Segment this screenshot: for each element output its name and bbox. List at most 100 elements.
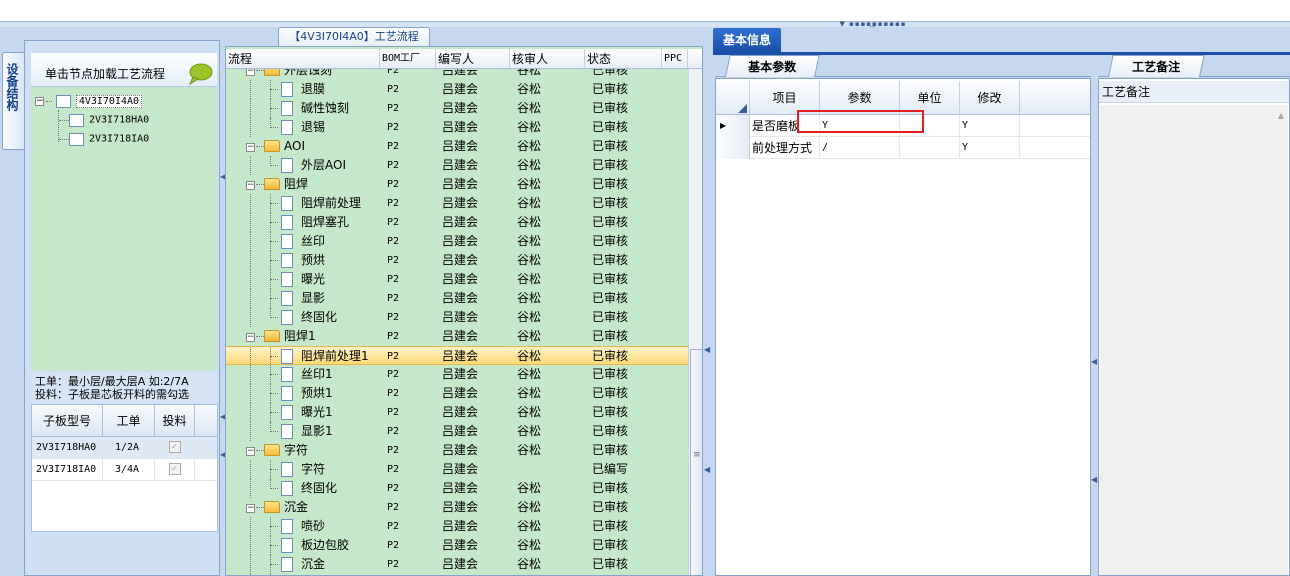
column-header-modify[interactable]: 修改	[960, 81, 1020, 115]
cell-writer: 吕建会	[442, 253, 479, 267]
flow-group-row[interactable]: − 阻焊1 P2 吕建会 谷松 已审核	[226, 327, 688, 346]
flow-item-row[interactable]: 显影 P2 吕建会 谷松 已审核	[226, 289, 688, 308]
flow-item-row[interactable]: 曝光1 P2 吕建会 谷松 已审核	[226, 403, 688, 422]
cell-plant: P2	[387, 521, 400, 532]
collapse-arrow-icon[interactable]: ◀	[1091, 357, 1097, 366]
flow-group-row[interactable]: − AOI P2 吕建会 谷松 已审核	[226, 137, 688, 156]
column-header-writer[interactable]: 编写人	[436, 49, 510, 68]
flow-name: 丝印1	[301, 367, 333, 381]
flow-item-row[interactable]: 曝光 P2 吕建会 谷松 已审核	[226, 270, 688, 289]
flow-group-row[interactable]: − 阻焊 P2 吕建会 谷松 已审核	[226, 175, 688, 194]
document-icon	[281, 196, 293, 211]
flow-item-row[interactable]: 预烘1 P2 吕建会 谷松 已审核	[226, 384, 688, 403]
column-header-reviewer[interactable]: 核审人	[510, 49, 585, 68]
info-text: 工单：最小层/最大层A 如:2/7A 投料：子板是芯板开料的需勾选	[31, 373, 217, 403]
flow-item-row[interactable]: 阻焊前处理 P2 吕建会 谷松 已审核	[226, 194, 688, 213]
cell-writer: 吕建会	[442, 272, 479, 286]
column-header[interactable]: 投料	[155, 405, 195, 436]
cell-plant: P2	[387, 483, 400, 494]
flow-item-row[interactable]: 字符 P2 吕建会 已编写	[226, 460, 688, 479]
flow-item-row[interactable]: 板边包胶 P2 吕建会 谷松 已审核	[226, 536, 688, 555]
flow-item-row[interactable]: 丝印 P2 吕建会 谷松 已审核	[226, 232, 688, 251]
flow-item-row[interactable]: 终固化 P2 吕建会 谷松 已审核	[226, 308, 688, 327]
collapse-icon[interactable]: −	[246, 181, 255, 190]
table-row[interactable]: 2V3I718HA0 1/2A ✓	[32, 437, 217, 459]
flow-item-row[interactable]: 预烘 P2 吕建会 谷松 已审核	[226, 251, 688, 270]
tree-node-label: 2V3I718IA0	[89, 133, 150, 145]
document-icon	[281, 272, 293, 287]
flow-name: 显影	[301, 291, 326, 305]
flow-item-row[interactable]: 显影1 P2 吕建会 谷松 已审核	[226, 422, 688, 441]
center-splitter[interactable]: ◀ ◀	[703, 27, 713, 576]
cell-reviewer: 谷松	[517, 101, 542, 115]
device-tree: − 4V3I70I4A0 2V3I718HA0 2V3I718IA0	[31, 87, 217, 371]
flow-item-row[interactable]: 退膜 P2 吕建会 谷松 已审核	[226, 80, 688, 99]
collapse-icon[interactable]: −	[246, 504, 255, 513]
collapse-arrow-icon[interactable]: ◀	[704, 345, 710, 354]
row-selector[interactable]: ▶	[716, 115, 750, 137]
cell-modify[interactable]: Y	[960, 137, 1020, 159]
document-icon	[281, 462, 293, 477]
cell-writer: 吕建会	[442, 405, 479, 419]
collapse-arrow-icon[interactable]: ◀	[704, 465, 710, 474]
cell-reviewer: 谷松	[517, 234, 542, 248]
vertical-tab-device-structure[interactable]: 设备结构	[2, 52, 24, 150]
flow-item-row[interactable]: 外层AOI P2 吕建会 谷松 已审核	[226, 156, 688, 175]
flow-item-row[interactable]: 碱性蚀刻 P2 吕建会 谷松 已审核	[226, 99, 688, 118]
flow-item-row[interactable]: 阻焊塞孔 P2 吕建会 谷松 已审核	[226, 213, 688, 232]
column-header[interactable]: 子板型号	[32, 405, 103, 436]
param-row[interactable]: 前处理方式 / Y	[716, 137, 1090, 159]
flow-item-row[interactable]: 沉金 P2 吕建会 谷松 已审核	[226, 555, 688, 574]
cell-order[interactable]: 1/2A	[103, 437, 155, 458]
cell-writer: 吕建会	[442, 349, 479, 363]
cell-reviewer: 谷松	[517, 215, 542, 229]
cell-writer: 吕建会	[442, 310, 479, 324]
tab-process-notes[interactable]: 工艺备注	[1108, 55, 1205, 77]
flow-item-row[interactable]: 退锡 P2 吕建会 谷松 已审核	[226, 118, 688, 137]
vertical-scrollbar[interactable]: ≡	[688, 69, 702, 575]
flow-item-row[interactable]: 阻焊前处理1 P2 吕建会 谷松 已审核	[226, 346, 688, 366]
column-header-status[interactable]: 状态	[585, 49, 662, 68]
collapse-icon[interactable]: −	[246, 447, 255, 456]
tree-node-child[interactable]: 2V3I718HA0	[59, 111, 149, 129]
tab-basic-params[interactable]: 基本参数	[725, 55, 820, 77]
column-header-bom-plant[interactable]: BOM工厂	[380, 49, 436, 68]
row-selector[interactable]	[716, 137, 750, 159]
flow-group-row[interactable]: − 沉金 P2 吕建会 谷松 已审核	[226, 498, 688, 517]
collapse-icon[interactable]: −	[246, 333, 255, 342]
notes-textarea[interactable]: ▲	[1100, 105, 1288, 575]
cell-order[interactable]: 3/4A	[103, 459, 155, 480]
cell-unit[interactable]	[900, 137, 960, 159]
flow-item-row[interactable]: 喷砂 P2 吕建会 谷松 已审核	[226, 517, 688, 536]
document-icon	[281, 101, 293, 116]
tree-node-child[interactable]: 2V3I718IA0	[59, 130, 149, 148]
collapse-icon[interactable]: −	[246, 143, 255, 152]
right-splitter[interactable]: ◀ ◀	[1091, 55, 1098, 576]
document-icon	[281, 557, 293, 572]
column-header-flow[interactable]: 流程	[226, 49, 380, 68]
cell-status: 已审核	[592, 177, 629, 191]
cell-modify[interactable]: Y	[960, 115, 1020, 137]
cell-param-value[interactable]: /	[820, 137, 900, 159]
collapse-arrow-icon[interactable]: ◀	[1091, 475, 1097, 484]
column-header[interactable]: 工单	[103, 405, 155, 436]
flow-item-row[interactable]: 终固化 P2 吕建会 谷松 已审核	[226, 479, 688, 498]
scroll-up-icon[interactable]: ▲	[1278, 111, 1284, 120]
tree-node-root[interactable]: − 4V3I70I4A0	[35, 92, 143, 110]
cell-status: 已审核	[592, 253, 629, 267]
cell-writer: 吕建会	[442, 538, 479, 552]
table-row[interactable]: 2V3I718IA0 3/4A ✓	[32, 459, 217, 481]
collapse-icon[interactable]: −	[35, 97, 44, 106]
feed-checkbox[interactable]: ✓	[168, 441, 181, 453]
cell-writer: 吕建会	[442, 120, 479, 134]
notes-tab-row: 工艺备注	[1098, 55, 1290, 77]
cell-status: 已审核	[592, 538, 629, 552]
flow-group-row[interactable]: − 字符 P2 吕建会 谷松 已审核	[226, 441, 688, 460]
feed-checkbox[interactable]: ✓	[168, 463, 181, 475]
flow-item-row[interactable]: 丝印1 P2 吕建会 谷松 已审核	[226, 365, 688, 384]
cell-plant: P2	[387, 293, 400, 304]
column-header-ppc[interactable]: PPC	[662, 49, 688, 68]
tab-basic-info[interactable]: 基本信息	[713, 28, 781, 52]
scrollbar-thumb[interactable]: ≡	[690, 349, 702, 575]
grid-rows: − 外层蚀刻 P2 吕建会 谷松 已审核 退膜 P2 吕建会 谷松 已审核 碱性蚀刻 P2 吕建会 谷松 已审…	[226, 61, 688, 575]
